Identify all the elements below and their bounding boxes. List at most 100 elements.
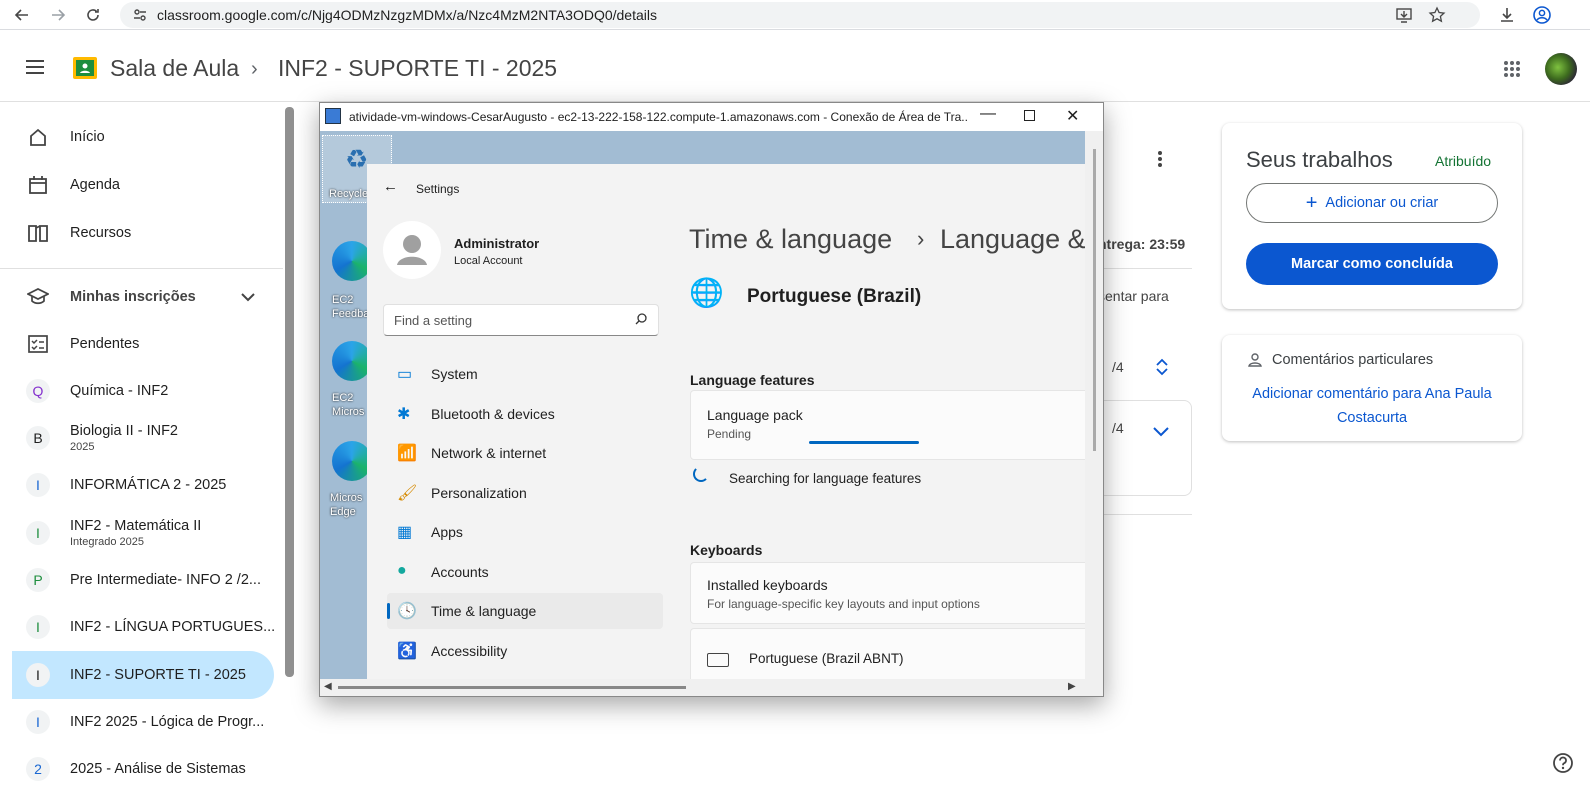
scroll-thumb[interactable] [338,686,686,689]
scroll-thumb[interactable] [1093,149,1096,451]
maximize-icon[interactable] [1024,110,1035,121]
sidebar-course-item[interactable]: P Pre Intermediate- INFO 2 /2... [12,556,274,604]
minimize-icon[interactable]: — [980,105,996,123]
keyboard-item[interactable]: Portuguese (Brazil ABNT) [690,628,1085,679]
remote-desktop-window[interactable]: atividade-vm-windows-CesarAugusto - ec2-… [319,102,1104,697]
book-icon [26,221,50,245]
mark-done-button[interactable]: Marcar como concluída [1246,243,1498,285]
sidebar-course-item[interactable]: I INF2 2025 - Lógica de Progr... [12,698,274,746]
chevron-down-icon[interactable] [241,289,255,307]
settings-nav-item[interactable]: ▭ System [387,356,663,392]
settings-nav-item[interactable]: 🖌 Personalization [387,475,663,511]
user-avatar [383,221,441,279]
breadcrumb-parent[interactable]: Time & language [689,224,892,255]
edge-icon[interactable] [332,441,372,481]
bookmark-star-icon[interactable] [1428,6,1446,29]
downloads-icon[interactable] [1496,4,1518,26]
browser-toolbar: classroom.google.com/c/Njg4ODMzNzgzMDMx/… [0,0,1590,30]
search-icon [634,312,648,331]
edge-icon[interactable] [332,241,372,281]
course-title[interactable]: INF2 - SUPORTE TI - 2025 [278,55,557,82]
course-avatar-letter: I [26,473,50,497]
site-info-icon[interactable] [132,7,148,28]
sidebar-item-label: Início [70,129,105,145]
sidebar-item-recursos[interactable]: Recursos [12,209,274,257]
more-options-icon[interactable] [1157,150,1163,173]
sidebar-course-item[interactable]: I INF2 - LÍNGUA PORTUGUES... [12,603,275,651]
reload-icon[interactable] [82,4,104,26]
sidebar-item-enrollments[interactable]: Minhas inscrições [12,273,274,321]
settings-window: ← Settings Administrator Local Account F… [367,164,1085,679]
score-1: /4 [1112,359,1124,375]
back-icon[interactable] [11,4,33,26]
searching-text: Searching for language features [729,471,922,486]
avatar[interactable] [1545,53,1577,85]
settings-nav-label: Apps [431,524,463,540]
course-label: INF2 - SUPORTE TI - 2025 [70,667,246,683]
settings-nav-item[interactable]: 📶 Network & internet [387,435,663,471]
installed-sub: For language-specific key layouts and in… [707,597,980,611]
accounts-icon: ● [397,561,407,579]
help-icon[interactable] [1552,752,1574,779]
chevron-down-icon[interactable] [1153,424,1169,442]
course-avatar-letter: 2 [26,757,50,781]
sidebar-item-inicio[interactable]: Início [12,113,274,161]
spinner-icon [693,466,709,482]
settings-nav-item[interactable]: ♿ Accessibility [387,633,663,669]
sidebar-course-item[interactable]: I INF2 - SUPORTE TI - 2025 [12,651,274,699]
sidebar: Início Agenda Recursos Minhas inscrições… [0,103,283,796]
settings-title: Settings [416,182,460,196]
course-name: INFORMÁTICA 2 - 2025 [70,477,227,493]
course-avatar-letter: I [26,615,50,639]
status-badge: Atribuído [1435,153,1492,169]
app-title[interactable]: Sala de Aula [110,55,239,82]
assignment-description: sentar para [1098,288,1169,304]
checklist-icon [26,332,50,356]
settings-nav-item[interactable]: ▦ Apps [387,514,663,550]
course-label: Química - INF2 [70,383,168,399]
sidebar-course-item[interactable]: B Biologia II - INF2 2025 [12,414,274,462]
desktop-icon-label: EC2 Micros [332,392,365,418]
main-menu-icon[interactable] [25,59,45,80]
profile-icon[interactable] [1531,4,1553,26]
course-label: INFORMÁTICA 2 - 2025 [70,477,226,493]
add-or-create-button[interactable]: + Adicionar ou criar [1246,183,1498,223]
sidebar-course-item[interactable]: I INFORMÁTICA 2 - 2025 [12,461,274,509]
progress-bar [809,441,919,444]
rdp-horizontal-scrollbar[interactable]: ◀ ▶ [320,679,1103,696]
course-avatar-icon: 2 [26,757,50,781]
url-text[interactable]: classroom.google.com/c/Njg4ODMzNzgzMDMx/… [157,7,657,23]
install-app-icon[interactable] [1395,6,1413,29]
sidebar-scrollbar[interactable] [285,107,294,677]
course-label: 2025 - Análise de Sistemas [70,761,246,777]
selected-indicator [387,603,390,619]
add-comment-link[interactable]: Adicionar comentário para Ana Paula Cost… [1242,382,1502,430]
settings-nav-item[interactable]: 🕓 Time & language [387,593,663,629]
settings-nav-item[interactable]: ✱ Bluetooth & devices [387,396,663,432]
expand-icon[interactable] [1155,358,1169,381]
display-icon: ▭ [397,366,413,383]
sidebar-course-item[interactable]: 2 2025 - Análise de Sistemas [12,745,274,793]
edge-icon[interactable] [332,341,372,381]
apps-grid-icon[interactable] [1503,60,1521,83]
course-name: 2025 - Análise de Sistemas [70,761,246,777]
sidebar-item-agenda[interactable]: Agenda [12,161,274,209]
classroom-logo-icon [72,56,98,85]
address-bar[interactable]: classroom.google.com/c/Njg4ODMzNzgzMDMx/… [120,2,1480,28]
scroll-left-icon[interactable]: ◀ [324,681,332,692]
rdp-title-bar[interactable]: atividade-vm-windows-CesarAugusto - ec2-… [320,103,1103,131]
forward-icon[interactable] [47,4,69,26]
course-avatar-icon: Q [26,379,50,403]
rdp-vertical-scrollbar[interactable] [1085,131,1103,679]
settings-nav-item[interactable]: ● Accounts [387,554,663,590]
sidebar-item-pendentes[interactable]: Pendentes [12,320,274,368]
scroll-right-icon[interactable]: ▶ [1068,681,1076,692]
back-arrow-icon[interactable]: ← [383,178,398,195]
wifi-icon: 📶 [397,445,417,462]
close-icon[interactable]: ✕ [1066,106,1079,126]
sidebar-course-item[interactable]: Q Química - INF2 [12,367,274,415]
breadcrumb-chevron-icon: › [251,58,258,80]
sidebar-course-item[interactable]: I INF2 - Matemática II Integrado 2025 [12,509,274,557]
course-name: Química - INF2 [70,383,169,399]
settings-search-input[interactable]: Find a setting [383,304,659,336]
